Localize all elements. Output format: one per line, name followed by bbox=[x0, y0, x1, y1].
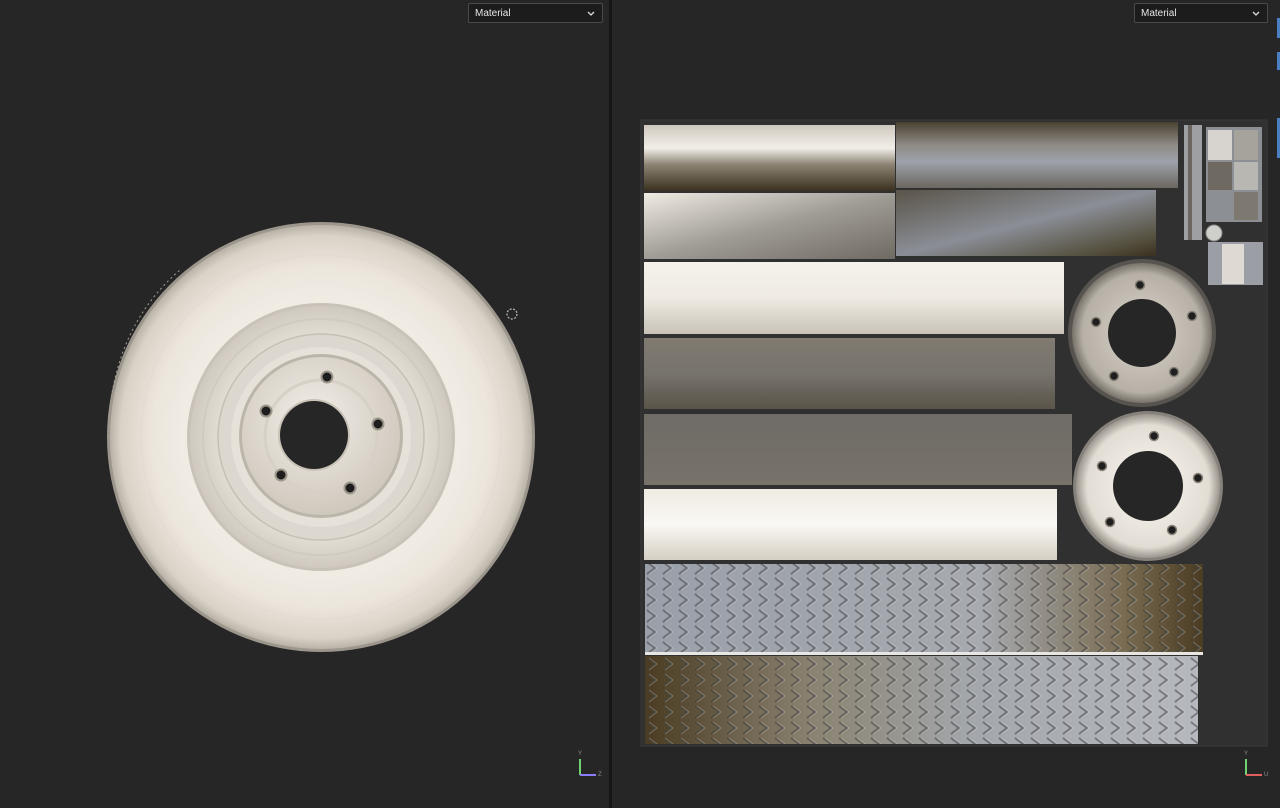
wheel-render bbox=[107, 222, 535, 652]
uv-hub-hole-2 bbox=[1113, 451, 1183, 521]
material-dropdown[interactable]: Material bbox=[1134, 3, 1268, 23]
axis-gizmo: Y Z bbox=[576, 751, 602, 778]
chevron-down-icon bbox=[1252, 11, 1260, 16]
axis-z-label: Z bbox=[598, 772, 602, 778]
axis-u-label: U bbox=[1264, 772, 1269, 778]
pivot-gizmo bbox=[506, 308, 518, 320]
axis-y-label: Y bbox=[1244, 751, 1249, 757]
3d-viewport[interactable]: Material Y Z bbox=[0, 0, 609, 808]
material-dropdown-label: Material bbox=[475, 8, 511, 19]
uv-texture-layout bbox=[640, 119, 1268, 747]
center-bore bbox=[280, 401, 348, 469]
uv-axis-gizmo: Y U bbox=[1242, 751, 1269, 778]
chevron-down-icon bbox=[587, 11, 595, 16]
material-dropdown-label: Material bbox=[1141, 8, 1177, 19]
axis-y-label: Y bbox=[578, 751, 583, 757]
uv-hub-hole-1 bbox=[1108, 299, 1176, 367]
material-dropdown[interactable]: Material bbox=[468, 3, 603, 23]
uv-viewport[interactable]: Material Y U bbox=[612, 0, 1280, 808]
